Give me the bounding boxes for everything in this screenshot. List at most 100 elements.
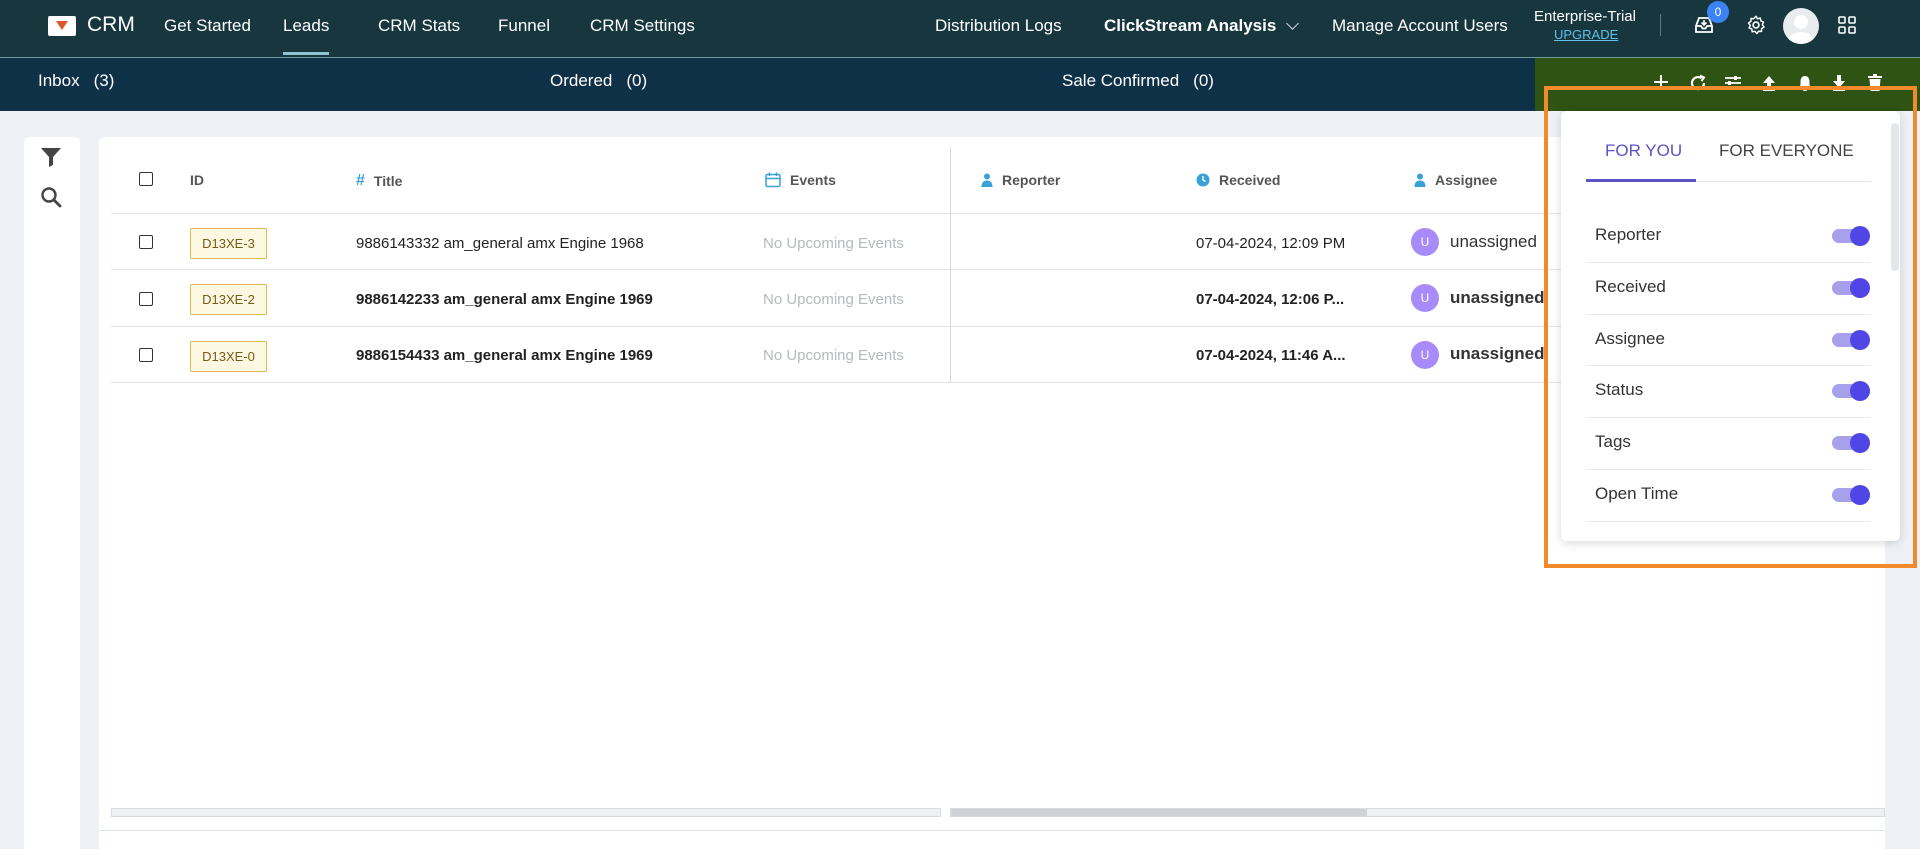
user-avatar[interactable] [1783, 8, 1819, 44]
header-title[interactable]: # Title [356, 172, 402, 190]
header-reporter-label: Reporter [1002, 172, 1061, 188]
lead-title[interactable]: 9886143332 am_general amx Engine 1968 [356, 235, 644, 252]
tab-for-you[interactable]: FOR YOU [1605, 141, 1682, 161]
column-option-toggle[interactable] [1832, 381, 1870, 401]
header-events-label: Events [790, 172, 836, 188]
upload-icon[interactable] [1761, 74, 1777, 97]
person-icon [1414, 173, 1426, 187]
apps-grid-icon[interactable] [1838, 16, 1856, 39]
select-all-checkbox[interactable] [139, 172, 153, 186]
header-reporter[interactable]: Reporter [981, 172, 1060, 188]
top-navbar: CRM Get Started Leads CRM Stats Funnel C… [0, 0, 1920, 58]
lead-events: No Upcoming Events [763, 347, 904, 364]
lead-id-chip[interactable]: D13XE-3 [190, 228, 267, 259]
person-icon [981, 173, 993, 187]
hash-icon: # [356, 172, 365, 189]
nav-clickstream-analysis[interactable]: ClickStream Analysis [1104, 16, 1300, 36]
horizontal-scrollbar-left[interactable] [111, 808, 941, 817]
search-icon[interactable] [40, 186, 62, 213]
header-assignee[interactable]: Assignee [1414, 172, 1497, 188]
scrollbar-thumb[interactable] [951, 809, 1367, 816]
column-option-toggle[interactable] [1832, 226, 1870, 246]
nav-crm-stats[interactable]: CRM Stats [378, 16, 460, 36]
option-divider [1586, 365, 1871, 366]
trash-icon[interactable] [1867, 74, 1883, 97]
tab-sale-confirmed[interactable]: Sale Confirmed (0) [1062, 71, 1214, 91]
column-option-label: Received [1595, 277, 1666, 296]
chevron-down-icon [1286, 17, 1300, 30]
row-checkbox[interactable] [139, 235, 153, 249]
inbox-count-badge: 0 [1707, 1, 1729, 23]
tab-ordered-label: Ordered [550, 71, 613, 90]
filter-icon[interactable] [40, 146, 62, 173]
panel-scrollbar[interactable] [1891, 123, 1899, 271]
row-checkbox[interactable] [139, 348, 153, 362]
lead-title[interactable]: 9886154433 am_general amx Engine 1969 [356, 347, 653, 364]
header-events[interactable]: Events [765, 172, 836, 188]
header-id-label: ID [190, 172, 204, 188]
plan-label: Enterprise-Trial [1534, 8, 1636, 25]
add-icon[interactable] [1653, 74, 1669, 95]
footer-divider [99, 830, 1885, 831]
column-option-toggle[interactable] [1832, 278, 1870, 298]
option-divider [1586, 521, 1871, 522]
active-tab-underline [1586, 179, 1696, 182]
nav-manage-account-users[interactable]: Manage Account Users [1332, 16, 1508, 36]
tab-sale-confirmed-count: (0) [1193, 71, 1214, 90]
option-divider [1586, 314, 1871, 315]
assignee-avatar: U [1411, 228, 1439, 256]
column-option-label: Reporter [1595, 225, 1662, 244]
nav-funnel[interactable]: Funnel [498, 16, 550, 36]
nav-crm-settings[interactable]: CRM Settings [590, 16, 695, 36]
column-option-toggle[interactable] [1832, 330, 1870, 350]
header-assignee-label: Assignee [1435, 172, 1498, 188]
lead-events: No Upcoming Events [763, 291, 904, 308]
horizontal-scrollbar-right[interactable] [950, 808, 1885, 817]
column-option-label: Assignee [1595, 329, 1665, 348]
column-settings-icon[interactable] [1724, 74, 1742, 97]
option-divider [1586, 417, 1871, 418]
lead-received: 07-04-2024, 12:06 P... [1196, 291, 1345, 308]
header-received-label: Received [1219, 172, 1281, 188]
column-option-toggle[interactable] [1832, 485, 1870, 505]
lead-assignee[interactable]: unassigned [1450, 344, 1544, 364]
lead-assignee[interactable]: unassigned [1450, 232, 1537, 252]
upgrade-link[interactable]: UPGRADE [1554, 27, 1618, 42]
gear-icon[interactable] [1745, 14, 1767, 41]
tab-inbox-count: (3) [93, 71, 115, 90]
nav-leads[interactable]: Leads [283, 16, 330, 55]
nav-divider [1660, 14, 1661, 36]
lead-id-chip[interactable]: D13XE-2 [190, 284, 267, 315]
brand-name[interactable]: CRM [87, 13, 135, 37]
lead-title[interactable]: 9886142233 am_general amx Engine 1969 [356, 291, 653, 308]
row-checkbox[interactable] [139, 292, 153, 306]
nav-distribution-logs[interactable]: Distribution Logs [935, 16, 1062, 36]
assignee-avatar: U [1411, 284, 1439, 312]
column-option-toggle[interactable] [1832, 433, 1870, 453]
refresh-icon[interactable] [1689, 74, 1707, 97]
lead-events: No Upcoming Events [763, 235, 904, 252]
header-id[interactable]: ID [190, 172, 204, 188]
column-option-label: Open Time [1595, 484, 1679, 503]
column-option-label: Status [1595, 380, 1644, 399]
lead-id-chip[interactable]: D13XE-0 [190, 341, 267, 372]
download-icon[interactable] [1831, 74, 1847, 97]
crm-logo-icon[interactable] [48, 16, 76, 36]
tab-inbox[interactable]: Inbox (3) [38, 71, 114, 91]
calendar-icon [765, 172, 781, 188]
column-divider [950, 147, 951, 383]
tab-inbox-label: Inbox [38, 71, 80, 90]
lead-assignee[interactable]: unassigned [1450, 288, 1544, 308]
column-option-label: Tags [1595, 432, 1631, 451]
header-received[interactable]: Received [1196, 172, 1280, 188]
option-divider [1586, 469, 1871, 470]
tab-ordered[interactable]: Ordered (0) [550, 71, 647, 91]
option-divider [1586, 262, 1871, 263]
nav-get-started[interactable]: Get Started [164, 16, 251, 36]
tab-for-everyone[interactable]: FOR EVERYONE [1719, 141, 1854, 161]
bell-icon[interactable] [1796, 74, 1814, 97]
clock-icon [1196, 173, 1210, 187]
header-title-label: Title [373, 173, 403, 189]
filter-sidebar [24, 137, 80, 849]
lead-received: 07-04-2024, 11:46 A... [1196, 347, 1346, 364]
